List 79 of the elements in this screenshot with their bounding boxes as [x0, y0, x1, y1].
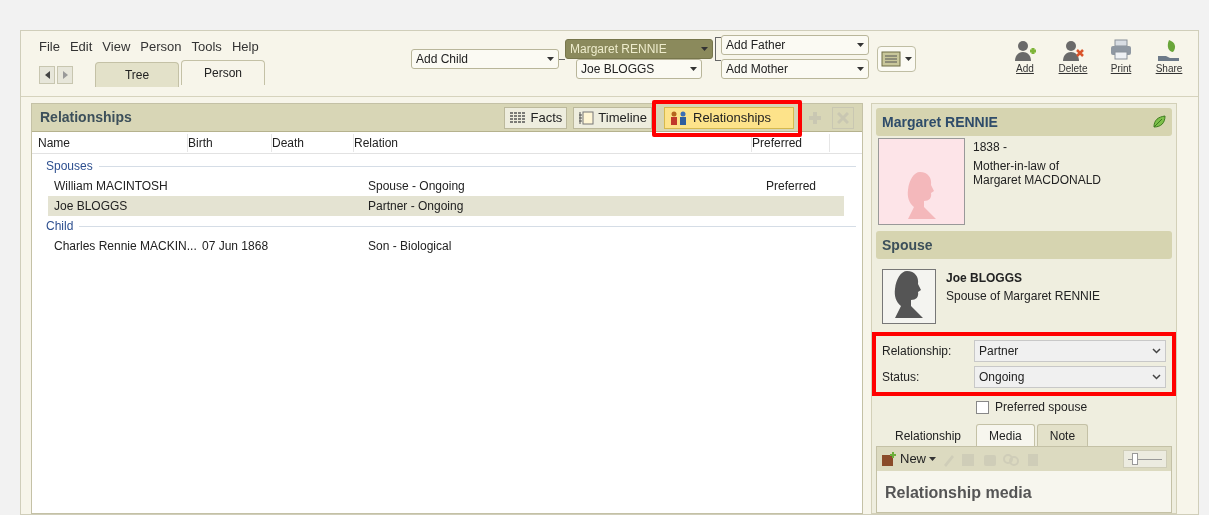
relationship-row[interactable]: Charles Rennie MACKIN... 07 Jun 1868 Son - Biological — [48, 236, 844, 256]
panel-title: Relationships — [40, 108, 132, 127]
checkbox[interactable] — [976, 400, 989, 414]
toolbar-button[interactable]: Share — [1152, 39, 1186, 76]
print-icon — [1109, 39, 1133, 61]
media-title: Relationship media — [884, 483, 1033, 503]
column-header[interactable]: Birth — [188, 133, 272, 152]
select-field[interactable]: Partner — [974, 340, 1166, 362]
add-media-icon — [881, 451, 897, 467]
leaf-hand-icon — [1157, 39, 1181, 61]
view-button[interactable]: Timeline — [573, 106, 652, 129]
relation-cell-text: Son - Biological — [368, 238, 453, 255]
view-button[interactable]: Facts — [503, 106, 568, 129]
spouse-name: Joe BLOGGS — [946, 270, 1023, 287]
relationship-row[interactable]: Joe BLOGGS Partner - Ongoing — [48, 196, 844, 216]
field-label: Relationship: — [882, 343, 953, 360]
toolbar-button[interactable]: Add — [1008, 39, 1042, 76]
section-title: Spouse — [882, 235, 933, 255]
person-name-title: Margaret RENNIE — [882, 112, 998, 132]
spouse-description: Spouse of Margaret RENNIE — [946, 288, 1101, 305]
detail-tab[interactable]: Media — [976, 424, 1035, 446]
menu-item[interactable]: Person — [140, 37, 182, 57]
relation-cell-text: Spouse - Ongoing — [368, 178, 466, 195]
menu-item[interactable]: Edit — [69, 37, 93, 57]
column-header[interactable]: Name — [38, 133, 188, 152]
group-header: Spouses — [46, 158, 93, 175]
relative-dropdown[interactable]: Add Father — [721, 35, 869, 55]
list-icon — [508, 110, 527, 125]
zoom-slider-thumb[interactable] — [1131, 453, 1138, 465]
field-label: Status: — [882, 369, 921, 386]
person-add-icon — [1013, 39, 1037, 61]
caret-icon — [857, 43, 864, 47]
relative-dropdown[interactable]: Add Child — [411, 49, 559, 69]
view-tab[interactable]: Tree — [95, 61, 179, 87]
caret-icon — [701, 47, 708, 51]
column-header[interactable]: Death — [272, 133, 354, 152]
preferred-cell-text: Preferred — [766, 178, 818, 195]
birth-years: 1838 - — [973, 139, 1009, 156]
back-button[interactable] — [39, 65, 55, 84]
person-delete-icon — [1061, 39, 1085, 61]
checkbox-label: Preferred spouse — [995, 399, 1088, 416]
caret-icon — [929, 457, 936, 461]
caret-icon — [547, 57, 554, 61]
relation-note: Mother-in-law of Margaret MACDONALD — [973, 159, 1102, 187]
column-header[interactable]: Preferred — [752, 133, 830, 152]
menu-item[interactable]: Help — [231, 37, 259, 57]
relative-dropdown[interactable]: Joe BLOGGS — [576, 59, 702, 79]
toolbar-button[interactable]: Delete — [1056, 39, 1090, 76]
caret-icon — [905, 57, 912, 61]
caret-icon — [690, 67, 697, 71]
detail-tab[interactable]: Note — [1036, 424, 1089, 446]
timeline-icon — [578, 110, 595, 125]
caret-icon — [857, 67, 864, 71]
relative-dropdown[interactable]: Add Mother — [721, 59, 869, 79]
relationship-row[interactable]: William MACINTOSH Spouse - Ongoing Preferred — [48, 176, 844, 196]
notes-icon — [881, 51, 901, 67]
name-cell-text: William MACINTOSH — [54, 178, 169, 195]
back-arrow-icon — [44, 70, 50, 79]
column-header[interactable]: Relation — [354, 133, 752, 152]
detail-tab[interactable]: Relationship — [882, 424, 975, 446]
group-header: Child — [46, 218, 74, 235]
view-button[interactable]: Relationships — [664, 106, 794, 129]
name-cell-text: Joe BLOGGS — [54, 198, 129, 215]
view-tab[interactable]: Person — [181, 59, 265, 85]
forward-arrow-icon — [62, 70, 68, 79]
menu-item[interactable]: Tools — [191, 37, 222, 57]
birth-cell-text: 07 Jun 1868 — [202, 238, 270, 255]
relation-cell-text: Partner - Ongoing — [368, 198, 465, 215]
family-view-button[interactable] — [877, 46, 916, 72]
people-icon — [669, 110, 689, 125]
chevron-down-icon — [1152, 348, 1161, 354]
select-field[interactable]: Ongoing — [974, 366, 1166, 388]
menu-item[interactable]: File — [39, 37, 60, 57]
leaf-icon — [1152, 115, 1166, 129]
name-cell-text: Charles Rennie MACKIN... — [54, 238, 198, 255]
menu-item[interactable]: View — [102, 37, 131, 57]
chevron-down-icon — [1152, 374, 1161, 380]
new-button[interactable]: New — [881, 449, 936, 469]
toolbar-button[interactable]: Print — [1104, 39, 1138, 76]
